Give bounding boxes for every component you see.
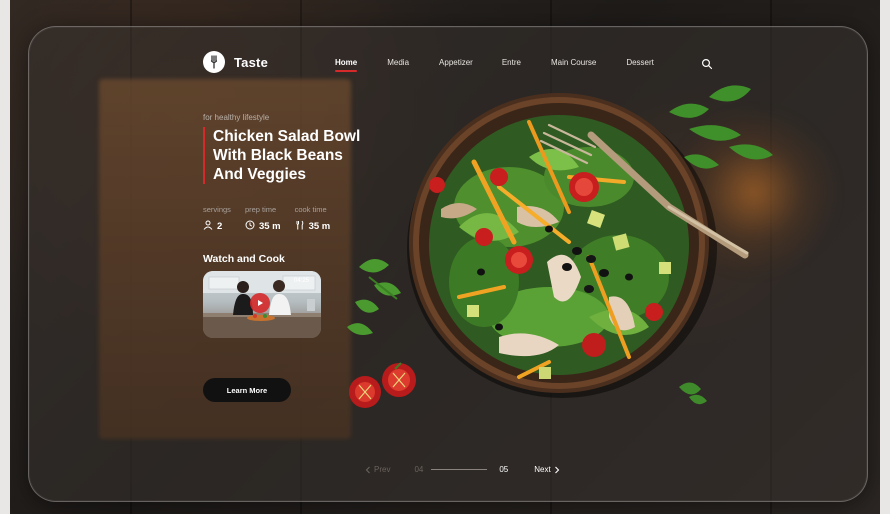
pager: Prev 04 05 Next [365, 465, 560, 474]
previous-page-number[interactable]: 04 [414, 465, 423, 474]
prev-label: Prev [374, 465, 391, 474]
prev-button[interactable]: Prev [365, 465, 390, 474]
chevron-left-icon [365, 466, 370, 473]
salad-bowl-image [347, 85, 773, 408]
chevron-right-icon [554, 466, 559, 473]
glass-card: Taste Home Media Appetizer Entre Main Co… [28, 26, 868, 502]
next-button[interactable]: Next [534, 465, 559, 474]
next-label: Next [534, 465, 551, 474]
page-background: Taste Home Media Appetizer Entre Main Co… [10, 0, 880, 514]
pager-track [431, 469, 488, 470]
current-page-number: 05 [499, 465, 509, 474]
